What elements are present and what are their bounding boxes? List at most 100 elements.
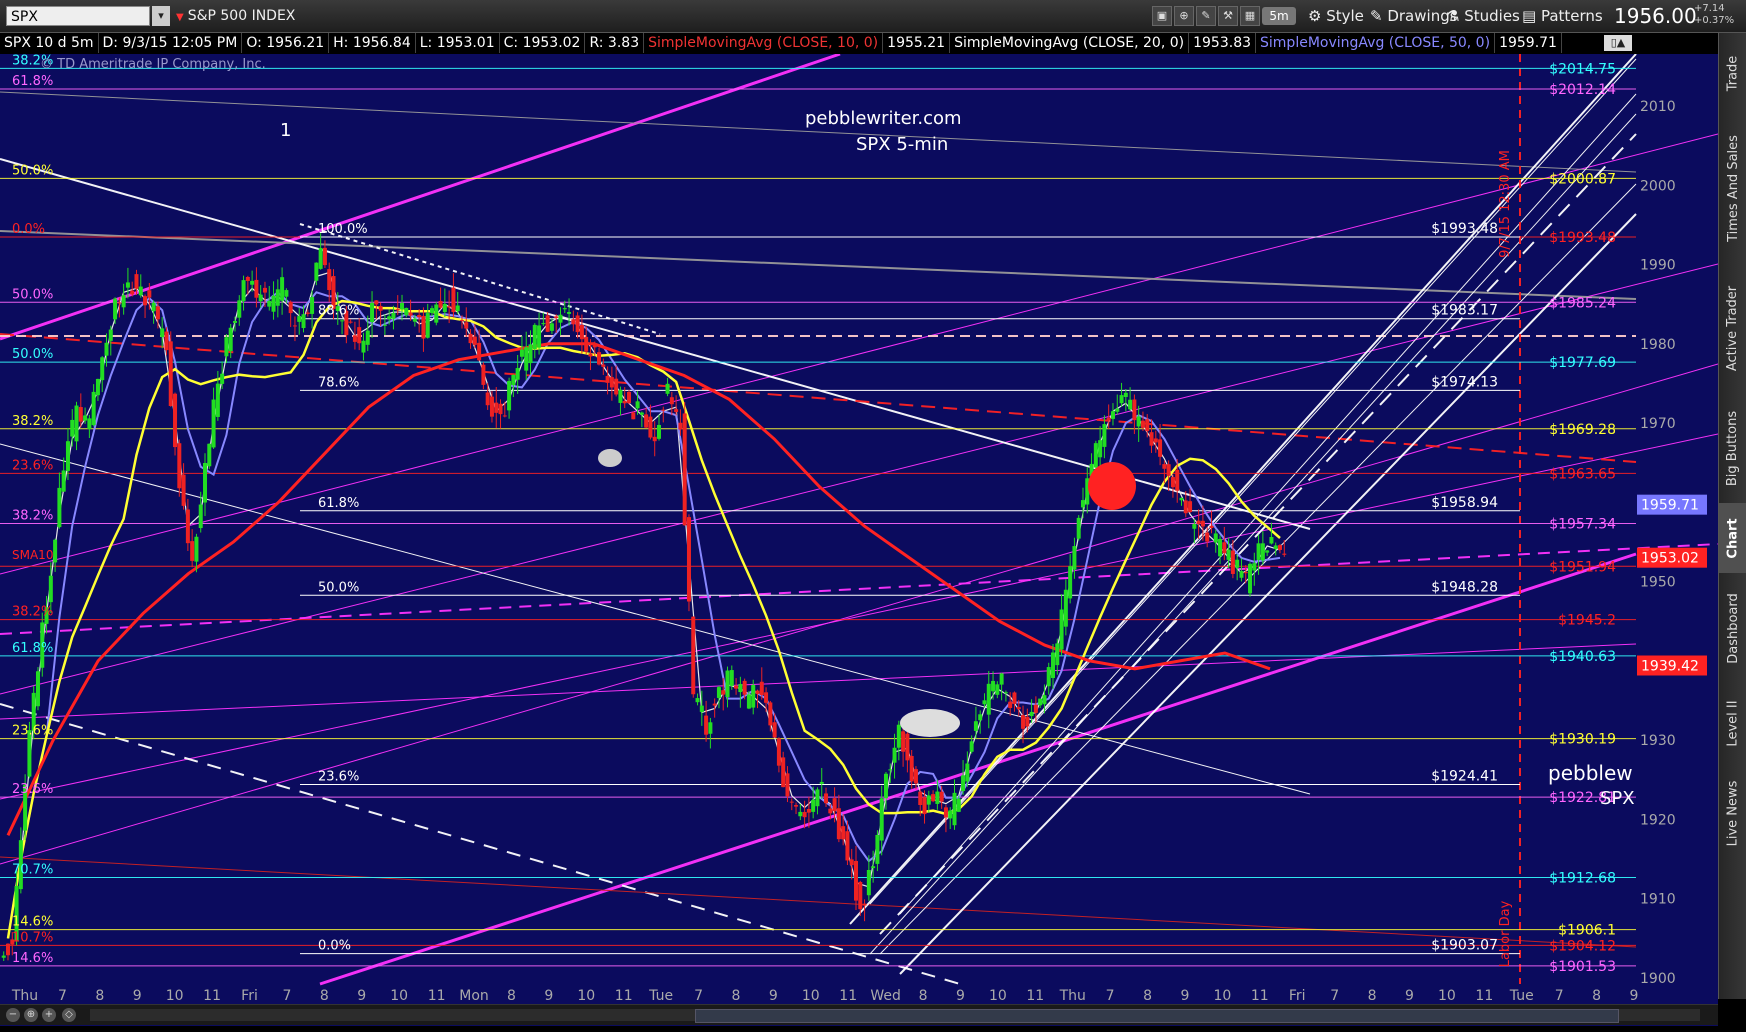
candle-body	[644, 414, 649, 428]
candle-body	[194, 536, 199, 562]
candle-body	[1243, 572, 1248, 574]
price-label: $1977.69	[1549, 355, 1616, 371]
sidebar-tab-chart[interactable]: Chart	[1719, 503, 1746, 573]
candle-body	[177, 443, 182, 489]
drawings-button[interactable]: ✎ Drawings	[1370, 6, 1458, 26]
fib-left-label: 23.6%	[12, 458, 53, 473]
candle-body	[922, 797, 927, 815]
candle-body	[1248, 563, 1253, 594]
y-tick-label: 1980	[1640, 337, 1676, 353]
crosshair-icon[interactable]: ⊕	[1174, 6, 1194, 26]
sidebar-tab-level-ii[interactable]: Level II	[1719, 683, 1746, 763]
studies-button[interactable]: ⚗ Studies	[1446, 6, 1520, 26]
candle-body	[537, 325, 542, 348]
interval-button[interactable]: 5m	[1262, 7, 1296, 25]
candle-body	[1136, 416, 1141, 427]
zoom-out-icon[interactable]: −	[6, 1008, 20, 1022]
candle-body	[888, 769, 893, 771]
candle-body	[314, 262, 319, 281]
candle-body	[567, 311, 572, 314]
style-button[interactable]: ⚙ Style	[1308, 6, 1364, 26]
x-tick-label: 7	[282, 988, 291, 1004]
candle-body	[592, 343, 597, 348]
candle-body	[1106, 417, 1111, 421]
header-collapse-icon[interactable]: ▯▲	[1604, 35, 1632, 51]
y-tick-label: 1950	[1640, 575, 1676, 591]
candle-body	[999, 673, 1004, 685]
sidebar-tab-active-trader[interactable]: Active Trader	[1719, 263, 1746, 393]
zoom-fit-icon[interactable]: ◇	[62, 1008, 76, 1022]
sma10-tag: SMA10	[12, 548, 53, 562]
sidebar-tab-big-buttons[interactable]: Big Buttons	[1719, 393, 1746, 503]
candle-body	[395, 308, 400, 310]
candle-body	[648, 416, 653, 438]
symbol-input[interactable]: SPX	[6, 6, 150, 26]
candle-body	[160, 328, 165, 337]
candle-body	[1278, 545, 1282, 550]
sidebar-tab-live-news[interactable]: Live News	[1719, 763, 1746, 863]
candle-body	[425, 313, 430, 338]
fib-left-label: 14.6%	[12, 915, 53, 930]
x-tick-label: 11	[1475, 988, 1493, 1004]
x-tick-label: 10	[577, 988, 595, 1004]
price-chart[interactable]: $2014.75 $2012.14 $2000.87 $1993.48 $1985.24…	[0, 54, 1718, 1026]
candle-body	[53, 539, 58, 563]
candle-body	[464, 322, 469, 329]
candle-body	[1200, 520, 1205, 527]
x-tick-label: Tue	[1509, 988, 1534, 1004]
fib-left-label: 23.6%	[12, 724, 53, 739]
price-label: $1912.68	[1549, 870, 1616, 886]
grid-icon[interactable]: ▦	[1240, 6, 1260, 26]
candle-body	[494, 402, 499, 413]
bar-low: L: 1953.01	[416, 33, 500, 53]
sidebar-tab-trade[interactable]: Trade	[1719, 33, 1746, 113]
candle-body	[905, 733, 910, 761]
x-tick-label: 11	[428, 988, 446, 1004]
candle-body	[734, 685, 739, 689]
candle-body	[318, 247, 323, 269]
marker-circle	[1088, 462, 1136, 510]
pencil-icon[interactable]: ✎	[1196, 6, 1216, 26]
sidebar-tab-label: Times And Sales	[1725, 134, 1741, 242]
x-tick-label: Fri	[1289, 988, 1306, 1004]
x-tick-label: 8	[507, 988, 516, 1004]
time-scroll-thumb[interactable]	[695, 1009, 1619, 1023]
candle-body	[1008, 701, 1013, 709]
sidebar-tab-dashboard[interactable]: Dashboard	[1719, 573, 1746, 683]
candle-body	[275, 289, 280, 306]
candle-body	[117, 302, 122, 304]
price-label: $1963.65	[1549, 466, 1616, 482]
zoom-in-icon[interactable]: +	[42, 1008, 56, 1022]
candle-body	[421, 315, 426, 339]
sidebar-tab-label: Dashboard	[1725, 592, 1741, 664]
y-tick-label: 1930	[1640, 733, 1676, 749]
price-label: $1985.24	[1549, 295, 1616, 311]
x-tick-label: 11	[839, 988, 857, 1004]
wrench-icon[interactable]: ⚒	[1218, 6, 1238, 26]
camera-icon[interactable]: ▣	[1152, 6, 1172, 26]
fib-left-label: 61.8%	[12, 74, 53, 89]
candle-body	[597, 352, 602, 365]
candle-body	[656, 424, 661, 439]
sma20-label[interactable]: SimpleMovingAvg (CLOSE, 20, 0)	[950, 33, 1190, 53]
x-tick-label: 7	[58, 988, 67, 1004]
candle-body	[404, 307, 409, 316]
sma50-label[interactable]: SimpleMovingAvg (CLOSE, 50, 0)	[1256, 33, 1496, 53]
chart-tool-icons: ▣ ⊕ ✎ ⚒ ▦ 5m	[1152, 6, 1296, 26]
sidebar-tab-times-and-sales[interactable]: Times And Sales	[1719, 113, 1746, 263]
candle-body	[764, 692, 769, 703]
candle-body	[1213, 533, 1218, 543]
candle-body	[682, 413, 687, 526]
x-tick-label: 10	[989, 988, 1007, 1004]
zoom-reset-icon[interactable]: ⊕	[24, 1008, 38, 1022]
patterns-button[interactable]: ▤ Patterns	[1522, 6, 1603, 26]
candle-body	[1256, 543, 1261, 560]
x-tick-label: 8	[95, 988, 104, 1004]
candle-body	[1252, 563, 1257, 571]
sidebar-tab-label: Live News	[1725, 780, 1741, 846]
symbol-dropdown-button[interactable]: ▾	[152, 6, 170, 26]
sma10-label[interactable]: SimpleMovingAvg (CLOSE, 10, 0)	[644, 33, 884, 53]
symbol-name: S&P 500 INDEX	[187, 8, 296, 24]
candle-body	[74, 405, 79, 442]
bar-date: D: 9/3/15 12:05 PM	[99, 33, 243, 53]
